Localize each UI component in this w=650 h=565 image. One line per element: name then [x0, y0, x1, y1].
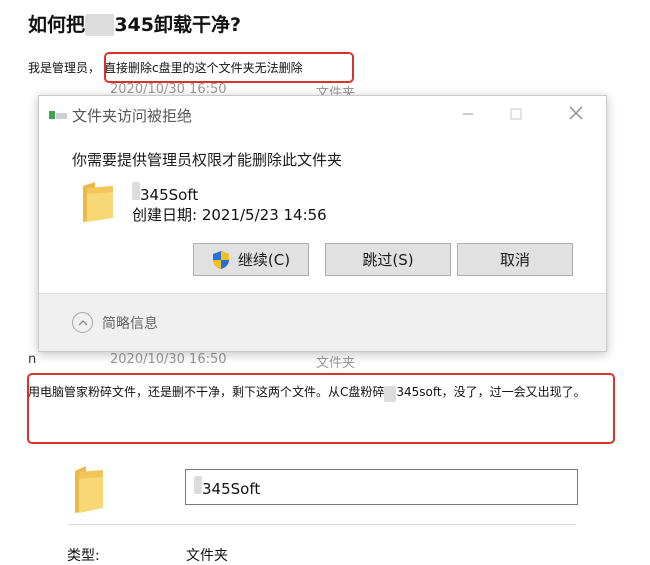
minimize-button[interactable] — [448, 102, 488, 128]
folder-name-field[interactable]: XX345Soft — [185, 469, 578, 505]
continue-button-label: 继续(C) — [237, 251, 291, 269]
question-body-lead: 我是管理员， — [28, 61, 101, 75]
highlight-box-1 — [104, 52, 354, 83]
redacted-text: XX — [132, 182, 140, 200]
folder-icon — [83, 182, 113, 222]
question-title: 如何把XX345卸载干净? — [28, 10, 241, 37]
cancel-button-label: 取消 — [499, 251, 530, 269]
file-name-visible: 345Soft — [140, 186, 199, 204]
dialog-footer: 简略信息 — [39, 293, 606, 351]
dialog-heading: 你需要提供管理员权限才能删除此文件夹 — [72, 151, 343, 169]
chevron-up-icon — [78, 320, 87, 326]
close-button[interactable] — [556, 102, 596, 128]
file-name: XX345Soft — [132, 182, 198, 204]
bg-row2-type: 文件夹 — [316, 356, 356, 371]
skip-button[interactable]: 跳过(S) — [325, 243, 451, 276]
close-icon — [569, 106, 583, 120]
type-value: 文件夹 — [186, 548, 228, 564]
maximize-button[interactable] — [496, 102, 536, 128]
redacted-text: XX — [194, 476, 202, 494]
folder-name-value: 345Soft — [202, 480, 261, 498]
dialog-titlebar: 文件夹访问被拒绝 — [39, 96, 606, 134]
redacted-text: XX — [85, 14, 115, 36]
file-created-date: 创建日期: 2021/5/23 14:56 — [132, 206, 327, 224]
question-title-prefix: 如何把 — [28, 14, 86, 36]
maximize-icon — [510, 108, 522, 120]
bg-row2-date: 2020/10/30 16:50 — [110, 352, 227, 367]
skip-button-label: 跳过(S) — [362, 251, 414, 269]
divider — [68, 524, 576, 525]
uac-shield-icon — [212, 250, 229, 269]
type-label: 类型: — [67, 548, 100, 564]
access-denied-dialog: 文件夹访问被拒绝 你需要提供管理员权限才能删除此文件夹 XX345Soft 创建… — [38, 95, 607, 352]
file-operation-icon — [49, 111, 67, 119]
details-label[interactable]: 简略信息 — [102, 313, 158, 333]
highlight-box-2 — [27, 373, 615, 444]
cancel-button[interactable]: 取消 — [457, 243, 573, 276]
dialog-title: 文件夹访问被拒绝 — [72, 107, 193, 125]
minimize-icon — [463, 113, 473, 115]
question-title-suffix: 345卸载干净? — [114, 14, 242, 36]
details-toggle[interactable] — [72, 312, 93, 333]
continue-button[interactable]: 继续(C) — [193, 243, 309, 276]
folder-icon-large — [75, 466, 103, 513]
bg-row2-name: n — [28, 352, 37, 367]
